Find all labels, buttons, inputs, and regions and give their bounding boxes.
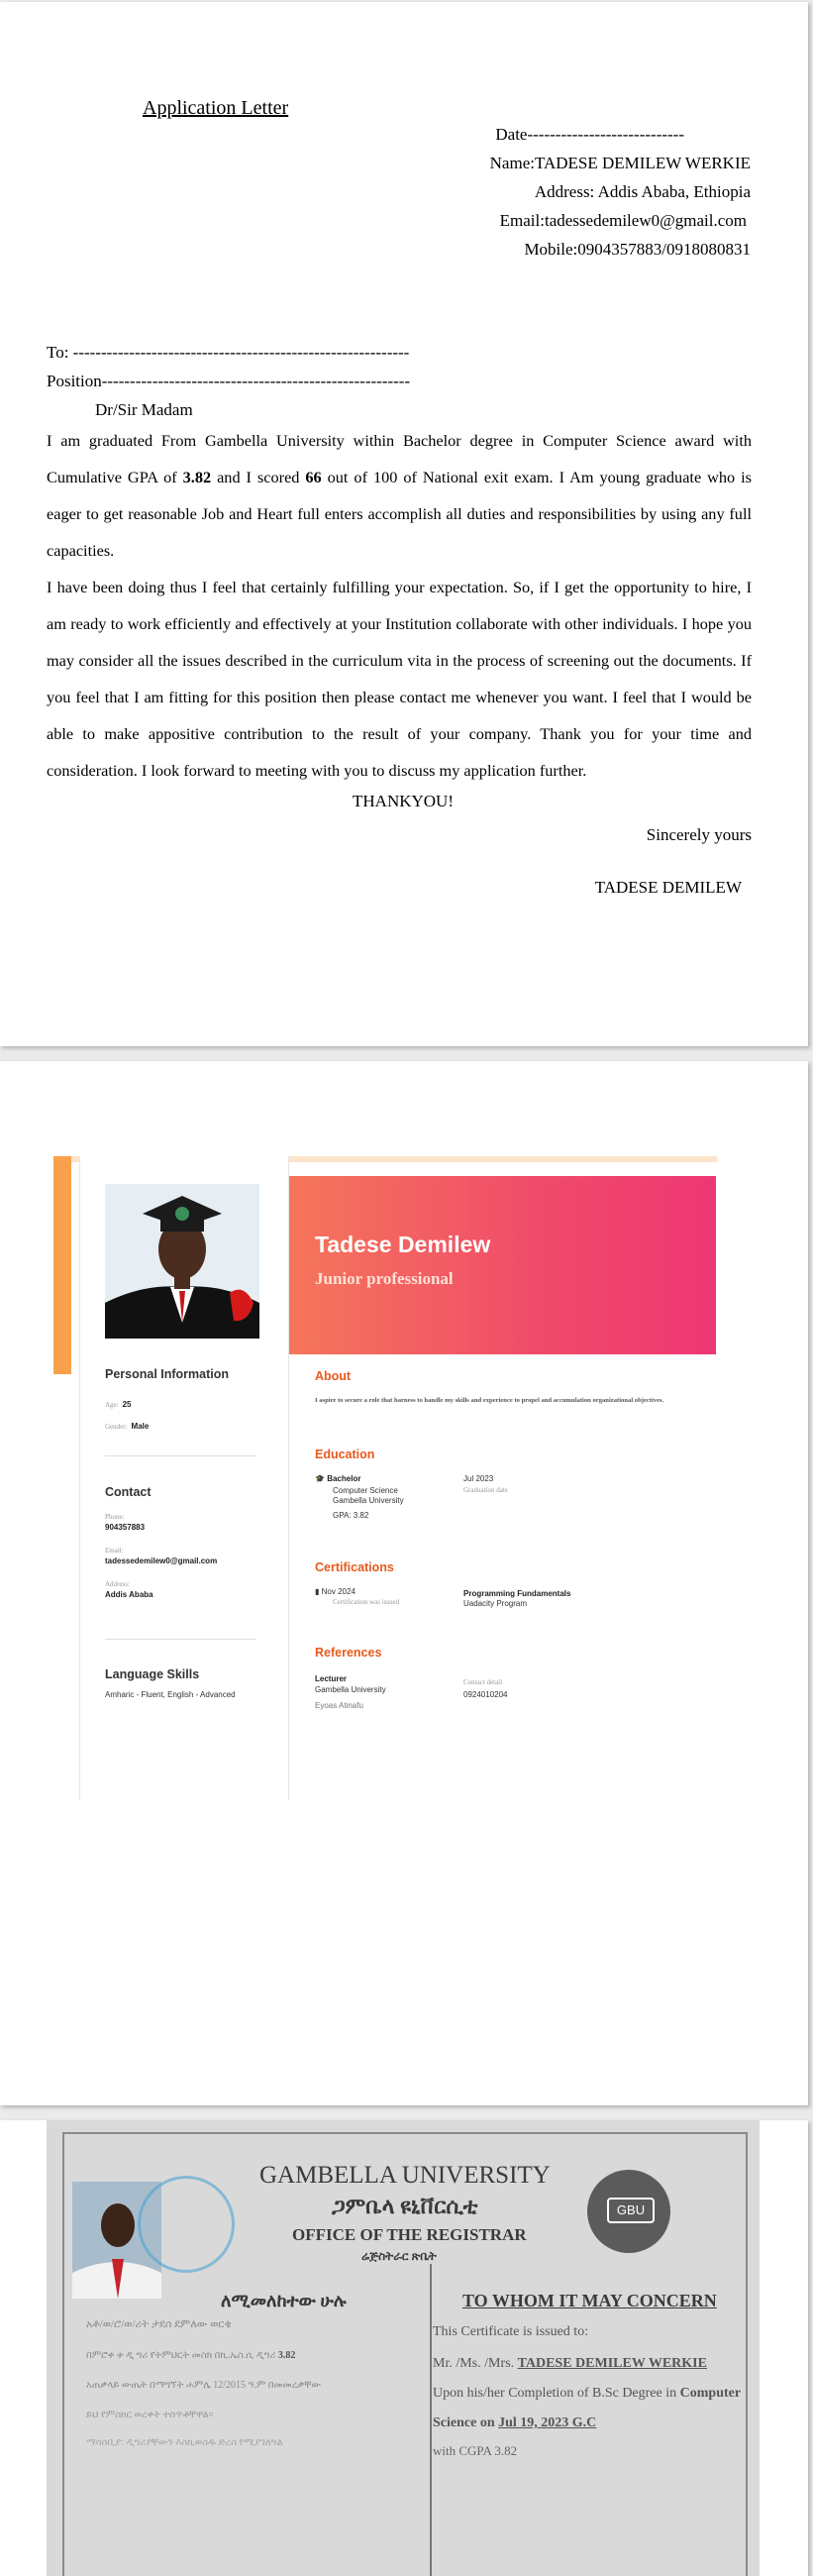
gender-value: Male — [131, 1422, 150, 1431]
profile-photo — [105, 1184, 259, 1339]
registrar-office: OFFICE OF THE REGISTRAR — [292, 2225, 527, 2244]
education-school: Gambella University — [333, 1496, 404, 1505]
language-list: Amharic - Fluent, English - Advanced — [105, 1690, 236, 1699]
cv-header-banner — [287, 1176, 716, 1354]
holder-line: Mr. /Ms. /Mrs. TADESE DEMILEW WERKIE — [433, 2356, 707, 2371]
thanks-line: THANKYOU! — [353, 792, 454, 810]
letter-page: Application Letter Date-----------------… — [0, 2, 808, 1046]
logo-badge: GBU — [607, 2198, 655, 2223]
email-value: tadessedemilew0@gmail.com — [105, 1556, 218, 1565]
center-divider — [430, 2264, 432, 2576]
cv-role: Junior professional — [315, 1269, 454, 1288]
phone-value: 904357883 — [105, 1523, 146, 1532]
signature-name: TADESE DEMILEW — [594, 878, 742, 897]
about-heading: About — [315, 1369, 352, 1383]
amharic-line-1: አቶ/ወ/ሮ/ወ/ሪት ታደሰ ደምለው ወርቄ — [86, 2318, 232, 2330]
education-field: Computer Science — [333, 1486, 398, 1495]
university-name-amharic: ጋምቤላ ዩኒቨርሲቲ — [332, 2194, 478, 2218]
reference-contact-label: Contact detail — [463, 1678, 503, 1686]
language-heading: Language Skills — [105, 1667, 200, 1681]
reference-name: Eyoas Atinafu — [315, 1701, 363, 1710]
to-line: To: ------------------------------------… — [47, 343, 410, 362]
date-line: Science on Jul 19, 2023 G.C — [433, 2415, 597, 2430]
university-name: GAMBELLA UNIVERSITY — [259, 2162, 551, 2189]
graduation-date-label: Graduation date — [463, 1486, 508, 1494]
contact-heading: Contact — [105, 1485, 152, 1499]
name-line: Name:TADESE DEMILEW WERKIE — [489, 154, 751, 172]
divider — [105, 1455, 255, 1456]
amharic-line-3: አጠቃላይ ውጤት በማግኘት ሐምሌ 12/2015 ዓ.ም በመመረቃቸው — [86, 2380, 321, 2391]
certifications-heading: Certifications — [315, 1560, 394, 1574]
seal-stamp — [138, 2176, 235, 2273]
reference-role: Lecturer — [315, 1674, 348, 1683]
letter-title: Application Letter — [143, 97, 289, 119]
reference-org: Gambella University — [315, 1685, 386, 1694]
gender-row: Gender: Male — [105, 1422, 150, 1431]
mobile-line: Mobile:0904357883/0918080831 — [524, 240, 751, 259]
education-heading: Education — [315, 1448, 375, 1461]
education-degree: 🎓 Bachelor — [315, 1474, 361, 1483]
holder-name: TADESE DEMILEW WERKIE — [517, 2356, 707, 2371]
amharic-line-4: ይህ የምስክር ወረቀት ተሰጥቶቸዋል፡፡ — [86, 2410, 214, 2420]
letter-paragraph-2: I have been doing thus I feel that certa… — [47, 578, 752, 780]
references-heading: References — [315, 1646, 382, 1660]
graduation-cap-icon: 🎓 — [315, 1474, 325, 1483]
reference-contact: 0924010204 — [463, 1690, 508, 1699]
certification-date: ▮ Nov 2024 — [315, 1587, 356, 1596]
age-row: Age: 25 — [105, 1400, 132, 1409]
gpa-value: 3.82 — [182, 468, 212, 486]
phone-label: Phone: — [105, 1513, 125, 1521]
address-line: Address: Addis Ababa, Ethiopia — [534, 182, 751, 201]
closing: Sincerely yours — [646, 825, 752, 844]
cgpa-line: with CGPA 3.82 — [433, 2443, 518, 2458]
letter-paragraph-1: I am graduated From Gambella University … — [47, 431, 752, 560]
issued-to-line: This Certificate is issued to: — [433, 2324, 589, 2339]
certificate-scan: GAMBELLA UNIVERSITY ጋምቤላ ዩኒቨርሲቲ OFFICE O… — [47, 2120, 760, 2576]
person-icon — [105, 1184, 259, 1339]
cv-side-band — [53, 1156, 71, 1374]
divider — [105, 1639, 255, 1640]
certification-org: Uadacity Program — [463, 1599, 528, 1608]
personal-info-heading: Personal Information — [105, 1367, 230, 1381]
exam-score: 66 — [305, 468, 322, 486]
cv-page: Tadese Demilew Junior professional Perso… — [0, 1061, 808, 2105]
amharic-line-5: ማሳሰቢያ: ዲግሪያቸውን እስኪወስዱ ድረስ የሚያገለግል — [86, 2437, 283, 2448]
graduation-date: Jul 2023 — [463, 1474, 494, 1483]
cv-name: Tadese Demilew — [315, 1232, 491, 1257]
date-line: Date---------------------------- — [495, 125, 684, 144]
address-value: Addis Ababa — [105, 1590, 153, 1599]
amharic-line-2: በምሮቀ ቱ ዲ ግሪ የትምህርት መስክ በኪ.ኤስ.ሲ ዲግሪ 3.82 — [86, 2350, 296, 2361]
position-line: Position--------------------------------… — [47, 372, 411, 390]
certification-date-label: Certification was issued — [333, 1598, 400, 1606]
email-line: Email:tadessedemilew0@gmail.com — [499, 211, 747, 230]
certification-name: Programming Fundamentals — [463, 1589, 571, 1598]
education-details: Computer Science Gambella University GPA… — [333, 1486, 404, 1521]
university-logo: GBU — [587, 2170, 670, 2253]
certificate-icon: ▮ — [315, 1587, 320, 1596]
graduation-date: Jul 19, 2023 G.C — [498, 2415, 597, 2430]
heading-amharic: ለሚመለከተው ሁሉ — [221, 2291, 347, 2310]
age-value: 25 — [122, 1400, 132, 1409]
email-label: Email: — [105, 1547, 124, 1555]
about-text: I aspire to secure a role that harness t… — [315, 1397, 664, 1404]
to-whom-heading: TO WHOM IT MAY CONCERN — [462, 2291, 717, 2310]
completion-line: Upon his/her Completion of B.Sc Degree i… — [433, 2386, 742, 2401]
salutation: Dr/Sir Madam — [95, 400, 193, 419]
address-label: Address: — [105, 1580, 130, 1588]
education-gpa: GPA: 3.82 — [333, 1511, 369, 1520]
registrar-office-amharic: ሬጅስትራር ጽቤት — [361, 2249, 437, 2263]
